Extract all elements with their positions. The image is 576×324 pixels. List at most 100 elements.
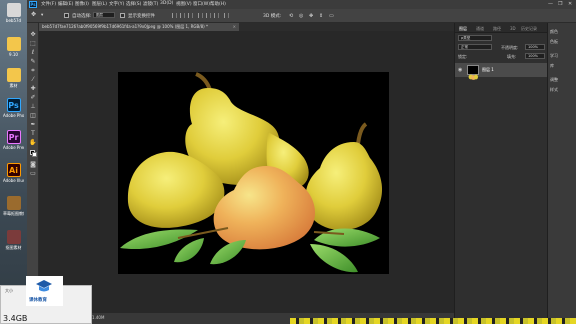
3d-slide-icon[interactable]: ⇕ — [319, 13, 323, 19]
quick-select-tool-icon[interactable]: ✎ — [29, 58, 37, 65]
menu-3d[interactable]: 3D(D) — [160, 1, 173, 6]
file-icon — [6, 230, 21, 244]
3d-roll-icon[interactable]: ◎ — [299, 13, 303, 19]
close-icon[interactable]: ✕ — [568, 1, 572, 7]
panel-button-color[interactable]: 颜色 — [550, 27, 575, 36]
eraser-tool-icon[interactable]: ◫ — [29, 112, 37, 119]
distribute-icon[interactable] — [224, 13, 229, 18]
eyedropper-tool-icon[interactable]: ⁄ — [29, 76, 37, 83]
tab-layers[interactable]: 图层 — [459, 26, 467, 32]
3d-orbit-icon[interactable]: ⟲ — [289, 13, 293, 19]
desktop-item[interactable]: Ai Adobe Illustrat... — [3, 163, 24, 183]
pear-stem — [195, 72, 212, 91]
healing-tool-icon[interactable]: ✚ — [29, 85, 37, 92]
blend-mode-dropdown[interactable]: 正常 — [458, 44, 492, 50]
3d-mode-label: 3D 模式: — [263, 14, 282, 19]
document-canvas[interactable] — [118, 72, 389, 274]
desktop-item[interactable]: Ps Adobe Photosh... — [3, 98, 24, 118]
desktop-item-label: Adobe Illustrat... — [3, 178, 24, 183]
leaf — [210, 240, 246, 265]
layer-row[interactable]: ◉ 图层 1 — [455, 63, 548, 80]
tab-3d[interactable]: 3D — [510, 26, 516, 31]
align-top-icon[interactable] — [198, 13, 203, 18]
align-middle-icon[interactable] — [206, 13, 211, 18]
premiere-app-icon: Pr — [6, 130, 21, 144]
text-tool-icon[interactable]: T — [29, 130, 37, 137]
align-right-icon[interactable] — [188, 13, 193, 18]
layer-filter-input[interactable]: ρ类型 — [458, 35, 492, 41]
menu-view[interactable]: 视图(V) — [176, 1, 192, 7]
desktop-item-label: Adobe Photosh... — [3, 113, 24, 118]
align-left-icon[interactable] — [172, 13, 177, 18]
tab-paths[interactable]: 路径 — [493, 26, 501, 32]
menu-file[interactable]: 文件(F) — [41, 1, 56, 7]
desktop-item[interactable]: 抠图素材 — [3, 230, 24, 250]
desktop-item[interactable]: 9.10 — [3, 37, 24, 57]
desktop-item[interactable]: 草莓抠图教程 — [3, 196, 24, 216]
lasso-tool-icon[interactable]: ℓ — [29, 49, 37, 56]
brush-tool-icon[interactable]: ✐ — [29, 94, 37, 101]
document-tab[interactable]: beb57d7fae7126?ab0f90569f9b17d6961f4a-a1… — [39, 23, 239, 31]
pear-thumbnail-icon — [468, 74, 478, 80]
layer-name[interactable]: 图层 1 — [482, 67, 494, 73]
move-tool-icon[interactable]: ✥ — [31, 11, 36, 18]
desktop-item[interactable]: beb57d — [3, 3, 24, 23]
panel-button-libraries[interactable]: 库 — [550, 61, 575, 70]
show-transform-checkbox[interactable] — [120, 13, 125, 18]
desktop-item[interactable]: 素材 — [3, 68, 24, 88]
desktop-item-label: 抠图素材 — [5, 245, 22, 250]
clone-stamp-tool-icon[interactable]: ⊥ — [29, 103, 37, 110]
marquee-tool-icon[interactable]: ⬚ — [29, 40, 37, 47]
tool-preset-icon[interactable]: ▾ — [41, 13, 43, 18]
background-color-swatch[interactable] — [32, 152, 37, 157]
lock-label: 锁定: — [458, 54, 468, 59]
opacity-label: 不透明度: — [501, 45, 519, 50]
menu-type[interactable]: 文字(Y) — [109, 1, 124, 7]
3d-pan-icon[interactable]: ✥ — [309, 13, 313, 19]
menu-layer[interactable]: 图层(L) — [92, 1, 107, 7]
panel-button-styles[interactable]: 样式 — [550, 85, 575, 94]
hand-tool-icon[interactable]: ✋ — [29, 139, 37, 146]
menu-image[interactable]: 图像(I) — [75, 1, 89, 7]
panel-button-swatches[interactable]: 色板 — [550, 37, 575, 46]
crop-tool-icon[interactable]: ⌗ — [29, 67, 37, 74]
panel-button-learn[interactable]: 学习 — [550, 51, 575, 60]
desktop-item[interactable]: Pr Adobe Premiere P... — [3, 130, 24, 150]
info-title: 大小 — [5, 288, 13, 293]
menu-edit[interactable]: 编辑(E) — [58, 1, 73, 7]
tab-channels[interactable]: 通道 — [476, 26, 484, 32]
tab-history[interactable]: 历史记录 — [521, 26, 537, 32]
layers-panel: 图层 通道 路径 3D 历史记录 ρ类型 正常 不透明度: 100% 锁定: 填… — [454, 23, 548, 324]
move-tool-icon[interactable]: ✥ — [29, 31, 37, 38]
illustrator-app-icon: Ai — [6, 163, 21, 177]
info-value: 3.4GB — [3, 314, 28, 323]
folder-icon — [6, 37, 21, 51]
opacity-input[interactable]: 100% — [525, 44, 545, 50]
menu-filter[interactable]: 滤镜(T) — [143, 1, 158, 7]
minimize-icon[interactable]: — — [548, 1, 553, 7]
fill-input[interactable]: 100% — [525, 53, 545, 59]
align-center-icon[interactable] — [180, 13, 185, 18]
auto-select-dropdown[interactable]: 图层 — [93, 12, 115, 18]
pear — [305, 142, 383, 231]
menu-select[interactable]: 选择(S) — [126, 1, 141, 7]
desktop-item-label: beb57d — [5, 18, 22, 23]
document-tab-title: beb57d7fae7126?ab0f90569f9b17d6961f4a-a1… — [42, 24, 208, 29]
collapsed-panel-dock: 颜色 色板 学习 库 调整 样式 — [547, 23, 576, 324]
panel-button-adjustments[interactable]: 调整 — [550, 75, 575, 84]
leaf — [174, 238, 204, 263]
pen-tool-icon[interactable]: ✒ — [29, 121, 37, 128]
visibility-eye-icon[interactable]: ◉ — [458, 67, 462, 73]
3d-scale-icon[interactable]: ▭ — [329, 13, 334, 19]
maximize-icon[interactable]: ❐ — [558, 1, 562, 7]
pears-image — [120, 72, 383, 273]
menu-window[interactable]: 窗口(W) — [193, 1, 210, 7]
auto-select-checkbox[interactable] — [64, 13, 69, 18]
graduation-cap-icon — [36, 280, 52, 292]
quick-mask-icon[interactable]: ◙ — [29, 161, 37, 168]
file-icon — [6, 3, 21, 17]
menu-help[interactable]: 帮助(H) — [210, 1, 226, 7]
close-tab-icon[interactable]: × — [233, 23, 236, 31]
align-bottom-icon[interactable] — [214, 13, 219, 18]
screen-mode-icon[interactable]: ▭ — [29, 170, 37, 177]
